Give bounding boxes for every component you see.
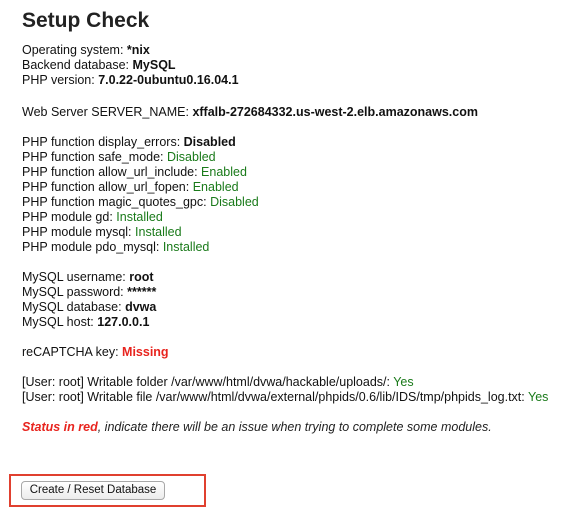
- php-check-label: PHP module mysql:: [22, 225, 136, 239]
- mysql-database-row: MySQL database: dvwa: [22, 300, 156, 315]
- mysql-password-value: ******: [127, 285, 157, 299]
- os-value: *nix: [126, 43, 150, 57]
- mysql-username-label: MySQL username:: [22, 270, 130, 284]
- mysql-password-row: MySQL password: ******: [22, 285, 156, 300]
- mysql-info: MySQL username: root MySQL password: ***…: [22, 270, 156, 330]
- recaptcha-status: Missing: [122, 345, 169, 359]
- php-check-value: Installed: [162, 240, 210, 254]
- php-check-value: Enabled: [201, 165, 247, 179]
- system-info: Operating system: *nix Backend database:…: [22, 43, 239, 88]
- php-check-value: Enabled: [192, 180, 239, 194]
- php-check-label: PHP module gd:: [22, 210, 117, 224]
- os-label: Operating system:: [22, 43, 127, 57]
- writable-label: [User: root] Writable file /var/www/html…: [22, 390, 528, 404]
- mysql-host-label: MySQL host:: [22, 315, 98, 329]
- php-value: 7.0.22-0ubuntu0.16.04.1: [98, 73, 239, 87]
- mysql-username-row: MySQL username: root: [22, 270, 156, 285]
- create-reset-database-button[interactable]: Create / Reset Database: [21, 481, 165, 500]
- php-check-row: PHP module mysql: Installed: [22, 225, 259, 240]
- php-check-row: PHP function display_errors: Disabled: [22, 135, 259, 150]
- writable-label: [User: root] Writable folder /var/www/ht…: [22, 375, 394, 389]
- os-row: Operating system: *nix: [22, 43, 239, 58]
- php-check-value: Disabled: [183, 135, 236, 149]
- db-value: MySQL: [132, 58, 176, 72]
- status-note: Status in red, indicate there will be an…: [22, 420, 492, 435]
- php-check-value: Disabled: [210, 195, 259, 209]
- status-note-red: Status in red: [22, 420, 98, 434]
- webserver-info: Web Server SERVER_NAME: xffalb-272684332…: [22, 105, 478, 120]
- writable-value: Yes: [528, 390, 549, 404]
- php-label: PHP version:: [22, 73, 99, 87]
- php-checks: PHP function display_errors: Disabled PH…: [22, 135, 259, 255]
- writable-info: [User: root] Writable folder /var/www/ht…: [22, 375, 548, 405]
- php-check-label: PHP function safe_mode:: [22, 150, 167, 164]
- status-note-text: , indicate there will be an issue when t…: [97, 420, 492, 434]
- writable-row: [User: root] Writable folder /var/www/ht…: [22, 375, 548, 390]
- page-title: Setup Check: [22, 9, 150, 32]
- webserver-label: Web Server SERVER_NAME:: [22, 105, 193, 119]
- recaptcha-info: reCAPTCHA key: Missing: [22, 345, 169, 360]
- writable-value: Yes: [393, 375, 414, 389]
- php-check-value: Installed: [135, 225, 182, 239]
- recaptcha-row: reCAPTCHA key: Missing: [22, 345, 169, 360]
- php-check-label: PHP function allow_url_include:: [22, 165, 202, 179]
- php-check-value: Installed: [116, 210, 163, 224]
- php-check-row: PHP function allow_url_include: Enabled: [22, 165, 259, 180]
- php-check-row: PHP function safe_mode: Disabled: [22, 150, 259, 165]
- mysql-host-row: MySQL host: 127.0.0.1: [22, 315, 156, 330]
- php-row: PHP version: 7.0.22-0ubuntu0.16.04.1: [22, 73, 239, 88]
- php-check-row: PHP function magic_quotes_gpc: Disabled: [22, 195, 259, 210]
- webserver-row: Web Server SERVER_NAME: xffalb-272684332…: [22, 105, 478, 120]
- mysql-database-label: MySQL database:: [22, 300, 126, 314]
- php-check-row: PHP function allow_url_fopen: Enabled: [22, 180, 259, 195]
- php-check-row: PHP module pdo_mysql: Installed: [22, 240, 259, 255]
- mysql-host-value: 127.0.0.1: [97, 315, 150, 329]
- php-check-label: PHP function magic_quotes_gpc:: [22, 195, 211, 209]
- recaptcha-label: reCAPTCHA key:: [22, 345, 123, 359]
- writable-row: [User: root] Writable file /var/www/html…: [22, 390, 548, 405]
- mysql-password-label: MySQL password:: [22, 285, 128, 299]
- php-check-value: Disabled: [167, 150, 216, 164]
- php-check-label: PHP function allow_url_fopen:: [22, 180, 193, 194]
- db-row: Backend database: MySQL: [22, 58, 239, 73]
- webserver-value: xffalb-272684332.us-west-2.elb.amazonaws…: [192, 105, 478, 119]
- mysql-username-value: root: [129, 270, 154, 284]
- php-check-label: PHP function display_errors:: [22, 135, 184, 149]
- php-check-row: PHP module gd: Installed: [22, 210, 259, 225]
- php-check-label: PHP module pdo_mysql:: [22, 240, 163, 254]
- mysql-database-value: dvwa: [125, 300, 157, 314]
- db-label: Backend database:: [22, 58, 133, 72]
